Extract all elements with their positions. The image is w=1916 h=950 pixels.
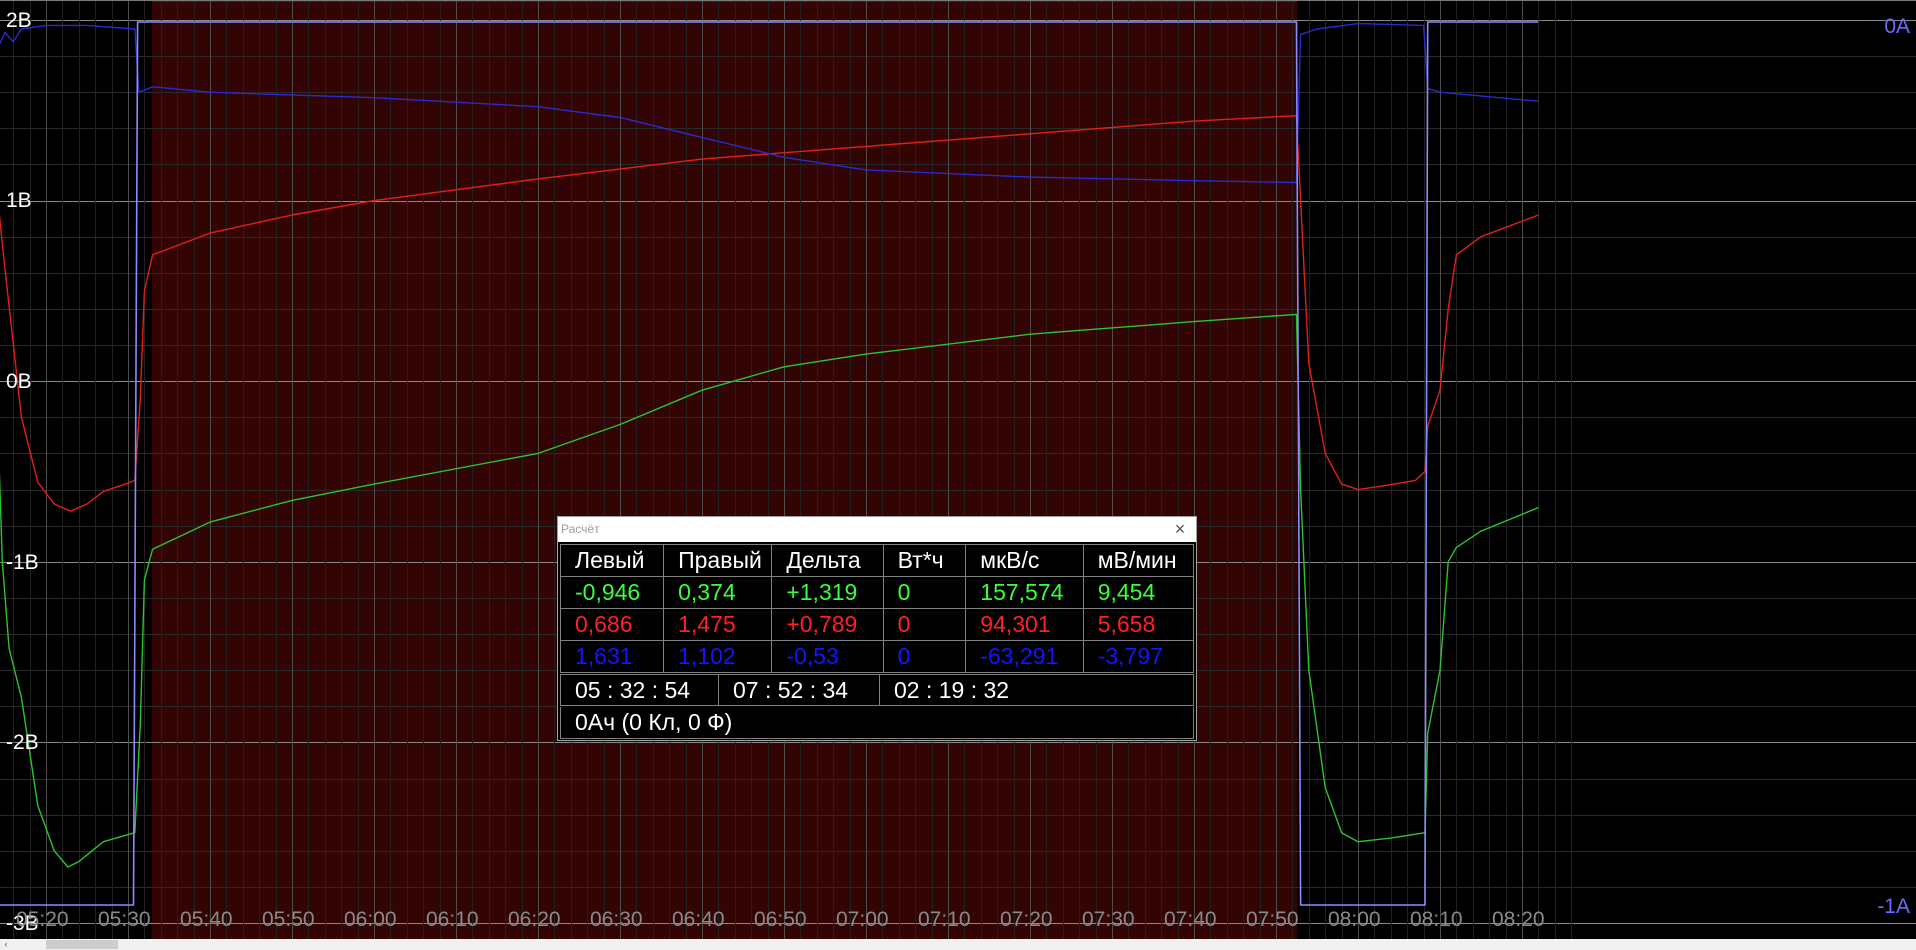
header-wh: Вт*ч (882, 544, 967, 577)
x-tick-label: 07:10 (918, 908, 971, 931)
cell-uv-per-s: 157,574 (965, 576, 1084, 609)
current-tick-label: -1А (1877, 895, 1910, 918)
scroll-thumb[interactable] (46, 940, 118, 949)
current-tick-label: 0А (1884, 15, 1910, 38)
cell-mv-per-min: 5,658 (1082, 608, 1195, 641)
cell-right: 1,475 (663, 608, 773, 641)
x-tick-label: 08:20 (1492, 908, 1545, 931)
header-left: Левый (559, 544, 665, 577)
dialog-titlebar[interactable]: Расчёт × (558, 517, 1196, 542)
scroll-left-icon[interactable]: ‹ (0, 939, 12, 950)
dialog-title: Расчёт (561, 522, 600, 536)
cell-left: -0,946 (559, 576, 665, 609)
cell-uv-per-s: 94,301 (965, 608, 1084, 641)
x-tick-label: 07:40 (1164, 908, 1217, 931)
cell-right: 0,374 (663, 576, 773, 609)
header-uv-per-s: мкВ/с (965, 544, 1084, 577)
start-time: 05 : 32 : 54 (575, 677, 691, 703)
duration: 02 : 19 : 32 (894, 677, 1010, 703)
x-tick-label: 08:00 (1328, 908, 1381, 931)
time-row: 05 : 32 : 54 07 : 52 : 34 02 : 19 : 32 (560, 674, 1194, 706)
end-time: 07 : 52 : 34 (733, 677, 849, 703)
calculation-dialog[interactable]: Расчёт × Левый Правый Дельта Вт*ч мкВ/с … (557, 516, 1197, 741)
x-tick-label: 06:20 (508, 908, 561, 931)
results-table: Левый Правый Дельта Вт*ч мкВ/с мВ/мин -0… (559, 544, 1195, 673)
cell-delta: +0,789 (771, 608, 884, 641)
table-row: 0,686 1,475 +0,789 0 94,301 5,658 (559, 608, 1195, 641)
header-right: Правый (663, 544, 773, 577)
charge-row: 0Ач (0 Кл, 0 Ф) (560, 707, 1194, 739)
cell-left: 1,631 (559, 640, 665, 673)
x-tick-label: 07:30 (1082, 908, 1135, 931)
y-tick-label: -2В (6, 731, 39, 754)
header-delta: Дельта (771, 544, 884, 577)
x-tick-label: 07:50 (1246, 908, 1299, 931)
table-header: Левый Правый Дельта Вт*ч мкВ/с мВ/мин (559, 544, 1195, 577)
x-tick-label: 06:10 (426, 908, 479, 931)
x-tick-label: 05:50 (262, 908, 315, 931)
x-tick-label: 07:20 (1000, 908, 1053, 931)
x-tick-label: 05:40 (180, 908, 233, 931)
x-tick-label: 06:00 (344, 908, 397, 931)
y-tick-label: 2В (6, 9, 32, 32)
table-row: 1,631 1,102 -0,53 0 -63,291 -3,797 (559, 640, 1195, 673)
x-tick-label: 08:10 (1410, 908, 1463, 931)
x-tick-label: 06:40 (672, 908, 725, 931)
cell-right: 1,102 (663, 640, 773, 673)
cell-delta: -0,53 (771, 640, 884, 673)
header-mv-per-min: мВ/мин (1082, 544, 1195, 577)
x-tick-label: 07:00 (836, 908, 889, 931)
cell-wh: 0 (882, 608, 967, 641)
x-tick-label: 06:50 (754, 908, 807, 931)
table-row: -0,946 0,374 +1,319 0 157,574 9,454 (559, 576, 1195, 609)
y-tick-label: 1В (6, 189, 32, 212)
cell-wh: 0 (882, 640, 967, 673)
y-tick-label: -1В (6, 551, 39, 574)
cell-left: 0,686 (559, 608, 665, 641)
x-tick-label: 06:30 (590, 908, 643, 931)
charge-value: 0Ач (0 Кл, 0 Ф) (575, 709, 733, 735)
cell-wh: 0 (882, 576, 967, 609)
x-tick-label: 05:30 (98, 908, 151, 931)
close-icon[interactable]: × (1170, 519, 1190, 539)
horizontal-scrollbar[interactable]: ‹ (0, 939, 1916, 950)
plot-area[interactable] (0, 0, 1916, 950)
selection-highlight (151, 0, 1298, 940)
cell-mv-per-min: -3,797 (1082, 640, 1195, 673)
y-tick-label: 0В (6, 370, 32, 393)
cell-delta: +1,319 (771, 576, 884, 609)
cell-mv-per-min: 9,454 (1082, 576, 1195, 609)
x-tick-label: 05:20 (16, 908, 69, 931)
cell-uv-per-s: -63,291 (965, 640, 1084, 673)
